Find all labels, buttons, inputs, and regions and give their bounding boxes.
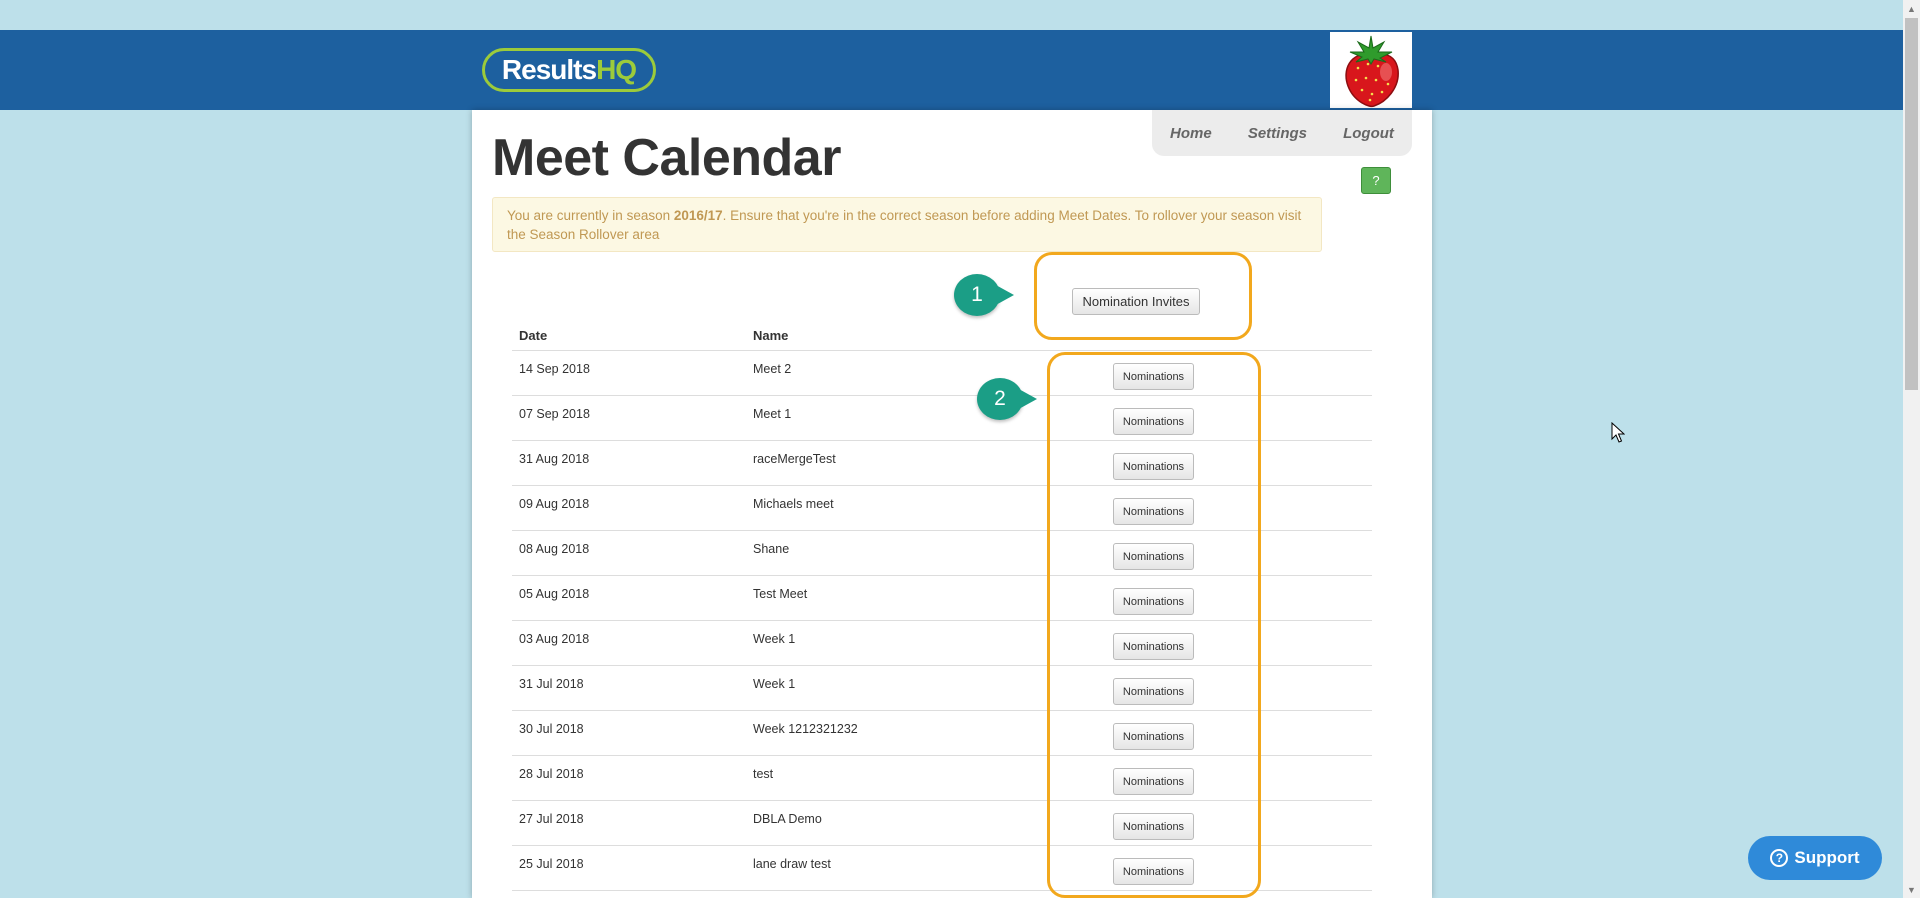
meet-date-cell: 07 Sep 2018: [519, 407, 590, 421]
meet-name-cell: Meet 2: [753, 362, 792, 376]
meet-date-cell: 31 Jul 2018: [519, 677, 584, 691]
nav-home-link[interactable]: Home: [1170, 125, 1212, 142]
meet-name-cell: Michaels meet: [753, 497, 834, 511]
top-nav: Home Settings Logout: [1152, 110, 1412, 156]
page-title: Meet Calendar: [492, 129, 841, 187]
support-question-icon: ?: [1770, 849, 1789, 867]
meet-name-cell: raceMergeTest: [753, 452, 836, 466]
step-marker-2-label: 2: [994, 387, 1006, 410]
meet-date-cell: 25 Jul 2018: [519, 857, 584, 871]
step-marker-1-label: 1: [971, 283, 983, 306]
step-marker-1: 1: [954, 274, 1014, 316]
meet-date-cell: 08 Aug 2018: [519, 542, 590, 556]
nav-logout-link[interactable]: Logout: [1343, 125, 1394, 142]
meet-date-cell: 31 Aug 2018: [519, 452, 590, 466]
date-column-header: Date: [519, 327, 548, 343]
meet-name-cell: Shane: [753, 542, 790, 556]
support-label: Support: [1794, 848, 1860, 867]
notice-prefix: You are currently in season: [507, 208, 674, 223]
help-button[interactable]: ?: [1361, 167, 1391, 194]
scroll-up-arrow-icon[interactable]: ▲: [1903, 0, 1920, 17]
support-button[interactable]: ? Support: [1748, 836, 1882, 880]
meet-date-cell: 09 Aug 2018: [519, 497, 590, 511]
results-hq-logo[interactable]: Results HQ: [482, 48, 656, 92]
table-header-row: Date Name: [512, 320, 1372, 351]
meet-name-cell: test: [753, 767, 774, 781]
help-icon: ?: [1372, 173, 1380, 188]
meet-name-cell: Week 1: [753, 632, 796, 646]
logo-text-results: Results: [501, 54, 597, 85]
meet-date-cell: 14 Sep 2018: [519, 362, 590, 376]
nomination-invites-button[interactable]: Nomination Invites: [1072, 288, 1200, 315]
meet-name-cell: Test Meet: [753, 587, 808, 601]
mouse-cursor-icon: [1611, 422, 1625, 443]
meet-name-cell: Meet 1: [753, 407, 792, 421]
scroll-down-arrow-icon[interactable]: ▼: [1903, 881, 1920, 898]
season-notice: You are currently in season 2016/17. Ens…: [492, 197, 1322, 252]
meet-date-cell: 03 Aug 2018: [519, 632, 590, 646]
name-column-header: Name: [753, 327, 789, 343]
notice-season: 2016/17: [673, 208, 723, 223]
meet-name-cell: lane draw test: [753, 857, 831, 871]
logo-text-hq: HQ: [596, 54, 637, 85]
meet-date-cell: 05 Aug 2018: [519, 587, 590, 601]
page-scrollbar[interactable]: ▲ ▼: [1903, 0, 1920, 898]
step-marker-2: 2: [977, 378, 1037, 420]
meet-name-cell: Week 1212321232: [753, 722, 858, 736]
scrollbar-thumb[interactable]: [1905, 18, 1918, 390]
header-bar: [0, 30, 1920, 110]
callout-box-2: [1047, 352, 1261, 898]
meet-name-cell: Week 1: [753, 677, 796, 691]
strawberry-avatar-icon[interactable]: [1330, 32, 1412, 108]
nav-settings-link[interactable]: Settings: [1248, 125, 1307, 142]
meet-date-cell: 28 Jul 2018: [519, 767, 584, 781]
meet-date-cell: 30 Jul 2018: [519, 722, 584, 736]
meet-date-cell: 27 Jul 2018: [519, 812, 584, 826]
meet-name-cell: DBLA Demo: [753, 812, 822, 826]
